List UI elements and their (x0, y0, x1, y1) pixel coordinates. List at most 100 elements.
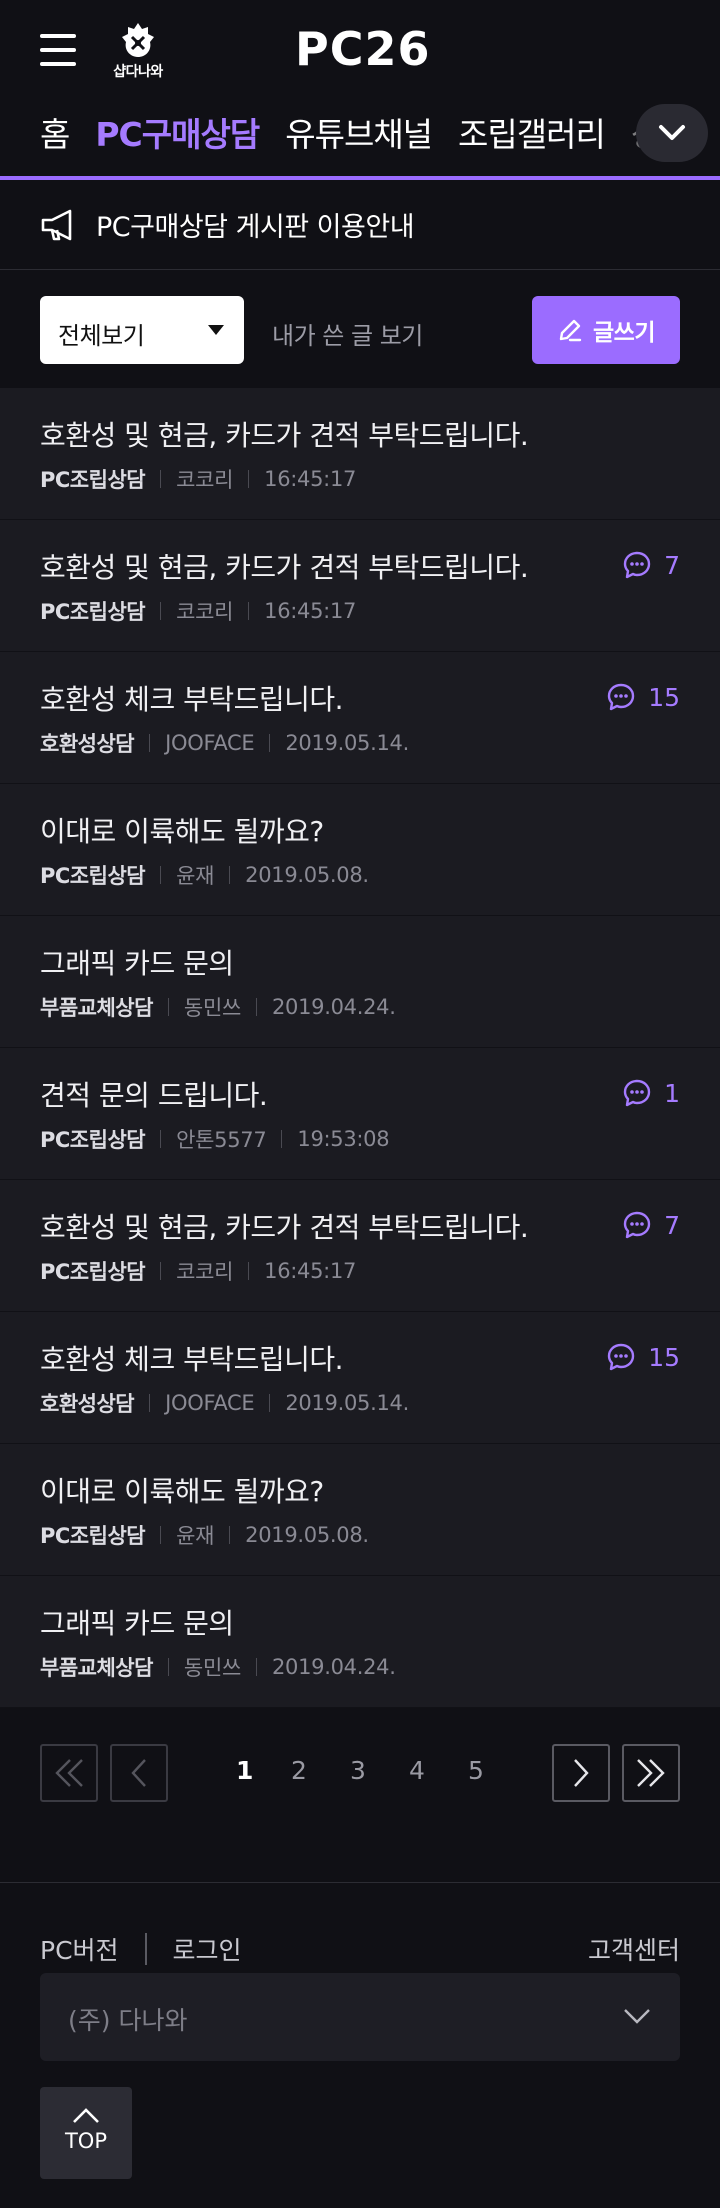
post-category: PC조립상담 (40, 864, 146, 888)
post-row[interactable]: 호환성 및 현금, 카드가 견적 부탁드립니다. PC조립상담 코코리 16:45:1… (0, 1180, 720, 1312)
post-meta: 호환성상담 JOOFACE 2019.05.14. (40, 728, 409, 758)
last-page-button[interactable] (622, 1744, 680, 1802)
post-meta: PC조립상담 코코리 16:45:17 (40, 596, 356, 626)
danawa-logo[interactable]: 샵다나와 (104, 20, 172, 82)
chevron-right-icon (574, 1759, 589, 1787)
category-select[interactable]: 전체보기 (40, 296, 244, 364)
post-row[interactable]: 이대로 이륙해도 될까요? PC조립상담 윤재 2019.05.08. (0, 1444, 720, 1576)
double-chevron-right-icon (637, 1759, 665, 1787)
page-number[interactable]: 3 (350, 1756, 366, 1785)
board-notice[interactable]: PC구매상담 게시판 이용안내 (0, 180, 720, 270)
scroll-top-label: TOP (64, 2129, 108, 2153)
post-row[interactable]: 호환성 및 현금, 카드가 견적 부탁드립니다. PC조립상담 코코리 16:45:1… (0, 388, 720, 520)
pc-version-link[interactable]: PC버전 (40, 1931, 119, 1967)
post-date: 2019.04.24. (271, 1655, 396, 1679)
nav-expand-button[interactable] (636, 104, 708, 162)
post-row[interactable]: 호환성 체크 부탁드립니다. 호환성상담 JOOFACE 2019.05.14. 15 (0, 652, 720, 784)
my-posts-link[interactable]: 내가 쓴 글 보기 (272, 316, 423, 351)
post-title[interactable]: 이대로 이륙해도 될까요? (40, 1470, 324, 1510)
comment-icon (607, 683, 635, 711)
post-title[interactable]: 그래픽 카드 문의 (40, 1602, 234, 1642)
post-category: PC조립상담 (40, 1260, 146, 1284)
post-author: 코코리 (176, 600, 234, 624)
first-page-button[interactable] (40, 1744, 98, 1802)
post-author: JOOFACE (165, 1391, 255, 1415)
menu-icon[interactable] (40, 34, 76, 66)
nav-tab[interactable]: 조립갤러리 (458, 108, 606, 156)
chevron-down-icon (624, 2009, 650, 2024)
danawa-logo-icon (122, 23, 154, 57)
divider (149, 734, 151, 752)
comment-icon (607, 1343, 635, 1371)
post-meta: PC조립상담 코코리 16:45:17 (40, 464, 356, 494)
caret-down-icon (208, 325, 224, 335)
post-category: PC조립상담 (40, 600, 146, 624)
post-title[interactable]: 호환성 체크 부탁드립니다. (40, 1338, 344, 1378)
comment-count-value: 15 (648, 682, 680, 712)
brand-logo[interactable]: PC26 (295, 22, 431, 76)
divider (255, 1658, 257, 1676)
comment-icon (623, 551, 651, 579)
post-row[interactable]: 호환성 및 현금, 카드가 견적 부탁드립니다. PC조립상담 코코리 16:45:1… (0, 520, 720, 652)
scroll-top-button[interactable]: TOP (40, 2087, 132, 2179)
post-title[interactable]: 그래픽 카드 문의 (40, 942, 234, 982)
nav-tab[interactable]: 홈 (40, 108, 70, 156)
post-title[interactable]: 이대로 이륙해도 될까요? (40, 810, 324, 850)
divider (229, 866, 231, 884)
post-title[interactable]: 호환성 및 현금, 카드가 견적 부탁드립니다. (40, 546, 529, 586)
company-select[interactable]: (주) 다나와 (40, 1973, 680, 2061)
page-number[interactable]: 4 (409, 1756, 425, 1785)
post-row[interactable]: 견적 문의 드립니다. PC조립상담 안톤5577 19:53:08 1 (0, 1048, 720, 1180)
category-nav: 홈PC구매상담유튜브채널조립갤러리상품포럼 (0, 100, 720, 180)
post-category: 부품교체상담 (40, 1656, 153, 1680)
post-row[interactable]: 그래픽 카드 문의 부품교체상담 동민쓰 2019.04.24. (0, 1576, 720, 1708)
post-row[interactable]: 그래픽 카드 문의 부품교체상담 동민쓰 2019.04.24. (0, 916, 720, 1048)
post-category: 호환성상담 (40, 732, 135, 756)
post-meta: PC조립상담 안톤5577 19:53:08 (40, 1124, 390, 1154)
post-date: 16:45:17 (264, 1259, 357, 1283)
divider (167, 1658, 169, 1676)
post-date: 16:45:17 (264, 467, 357, 491)
post-row[interactable]: 이대로 이륙해도 될까요? PC조립상담 윤재 2019.05.08. (0, 784, 720, 916)
divider (167, 998, 169, 1016)
post-meta: PC조립상담 윤재 2019.05.08. (40, 860, 369, 890)
comment-count-value: 15 (648, 1342, 680, 1372)
login-link[interactable]: 로그인 (173, 1931, 242, 1967)
post-author: 안톤5577 (176, 1128, 267, 1152)
page-number[interactable]: 5 (468, 1756, 484, 1785)
comment-count: 15 (606, 682, 680, 712)
post-title[interactable]: 호환성 및 현금, 카드가 견적 부탁드립니다. (40, 414, 529, 454)
next-page-button[interactable] (552, 1744, 610, 1802)
post-list: 호환성 및 현금, 카드가 견적 부탁드립니다. PC조립상담 코코리 16:45:1… (0, 388, 720, 1708)
comment-count: 7 (622, 1210, 680, 1240)
write-post-button[interactable]: 글쓰기 (532, 296, 680, 364)
footer: PC버전 로그인 고객센터 (주) 다나와 TOP (0, 1882, 720, 2208)
comment-count: 1 (622, 1078, 680, 1108)
post-category: PC조립상담 (40, 468, 146, 492)
page-number[interactable]: 1 (236, 1756, 253, 1785)
post-title[interactable]: 호환성 및 현금, 카드가 견적 부탁드립니다. (40, 1206, 529, 1246)
post-title[interactable]: 호환성 체크 부탁드립니다. (40, 678, 344, 718)
post-title[interactable]: 견적 문의 드립니다. (40, 1074, 268, 1114)
divider (160, 602, 162, 620)
divider (160, 866, 162, 884)
post-author: 동민쓰 (183, 996, 241, 1020)
page-number[interactable]: 2 (291, 1756, 307, 1785)
nav-tab[interactable]: PC구매상담 (95, 108, 260, 156)
customer-center-link[interactable]: 고객센터 (588, 1931, 680, 1967)
nav-tab[interactable]: 유튜브채널 (285, 108, 433, 156)
post-category: 부품교체상담 (40, 996, 153, 1020)
pagination: 1 2 3 4 5 (0, 1708, 720, 1828)
post-category: PC조립상담 (40, 1524, 146, 1548)
chevron-up-icon (73, 2108, 99, 2123)
prev-page-button[interactable] (110, 1744, 168, 1802)
comment-count-value: 7 (664, 1210, 680, 1240)
post-category: PC조립상담 (40, 1128, 146, 1152)
divider (281, 1130, 283, 1148)
post-author: 코코리 (176, 468, 234, 492)
post-row[interactable]: 호환성 체크 부탁드립니다. 호환성상담 JOOFACE 2019.05.14. 15 (0, 1312, 720, 1444)
comment-icon (623, 1211, 651, 1239)
post-author: JOOFACE (165, 731, 255, 755)
divider (160, 1130, 162, 1148)
post-date: 2019.05.14. (285, 1391, 409, 1415)
